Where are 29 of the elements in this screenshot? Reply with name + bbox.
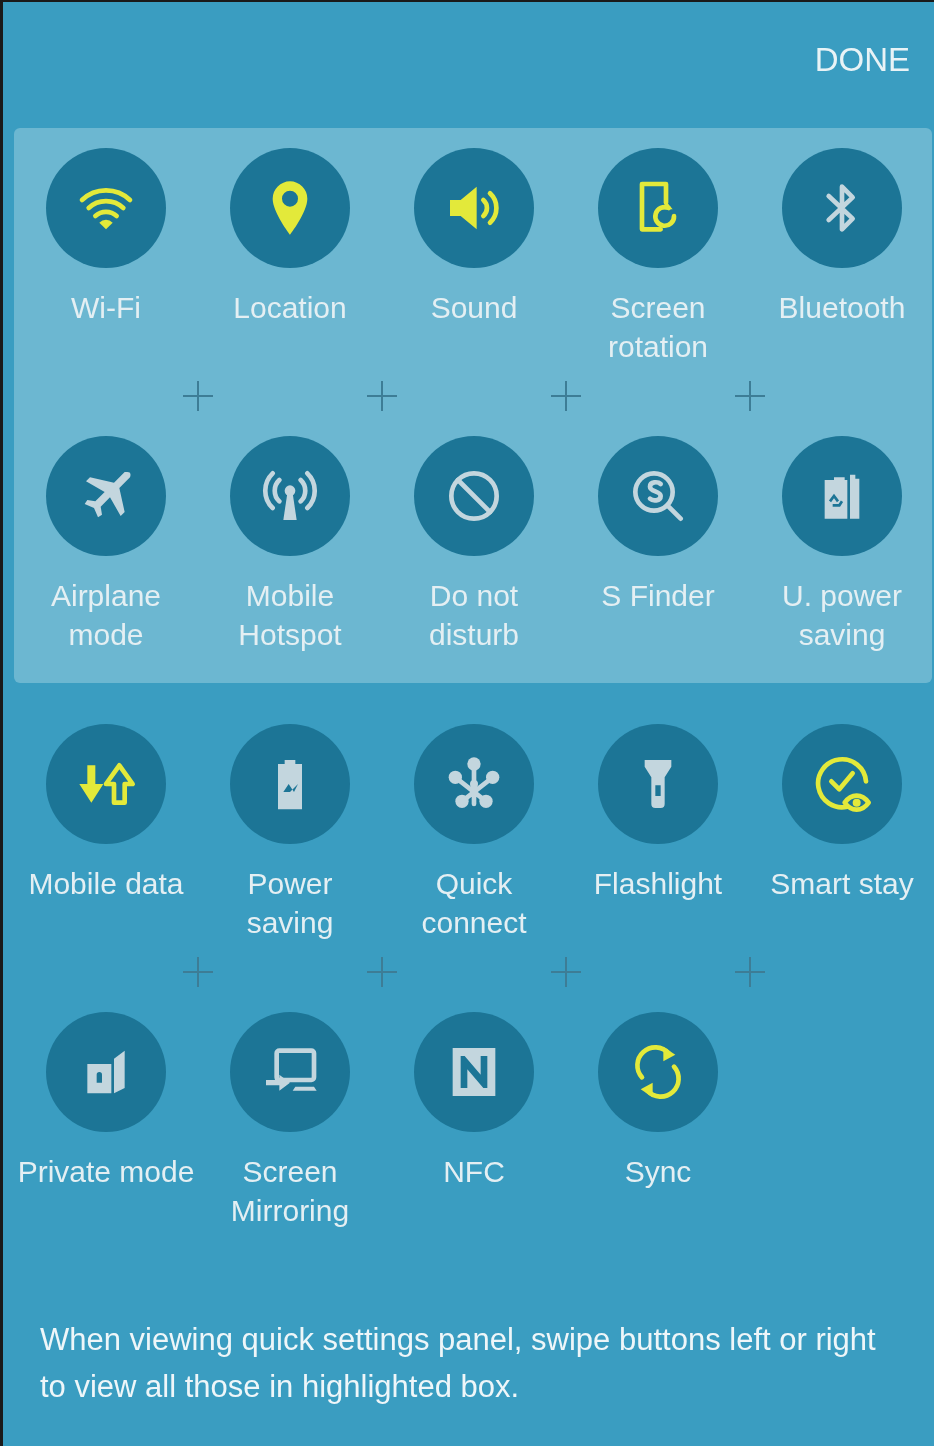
tile-label: Sound [429, 290, 519, 326]
tile-label: S Finder [600, 578, 716, 614]
done-button[interactable]: DONE [814, 35, 910, 85]
tile-label: Private mode [16, 1154, 196, 1190]
tile-label: U. power saving [780, 578, 903, 653]
tile-label: Airplane mode [49, 578, 163, 653]
plus-mark [183, 381, 213, 411]
tile-label: Screen rotation [606, 290, 710, 365]
tile-label: Mobile Hotspot [237, 578, 343, 653]
hint-text: When viewing quick settings panel, swipe buttons left or right to view all those in highlighted box. [40, 1321, 877, 1406]
tile-label: Power saving [245, 866, 335, 941]
tile-label: NFC [442, 1154, 506, 1190]
tile-label: Screen Mirroring [229, 1154, 351, 1229]
plus-mark [735, 381, 765, 411]
tile-label: Do not disturb [427, 578, 520, 653]
tile-label: Mobile data [27, 866, 185, 902]
plus-mark [735, 957, 765, 987]
tile-label: Wi-Fi [70, 290, 142, 326]
tile-label: Flashlight [592, 866, 724, 902]
tile-label: Location [232, 290, 348, 326]
plus-mark [551, 957, 581, 987]
plus-mark [183, 957, 213, 987]
tile-label: Quick connect [420, 866, 528, 941]
plus-mark [367, 381, 397, 411]
plus-mark [551, 381, 581, 411]
plus-mark [367, 957, 397, 987]
tile-label: Smart stay [769, 866, 915, 902]
tile-label: Sync [623, 1154, 693, 1190]
tile-label: Bluetooth [777, 290, 907, 326]
